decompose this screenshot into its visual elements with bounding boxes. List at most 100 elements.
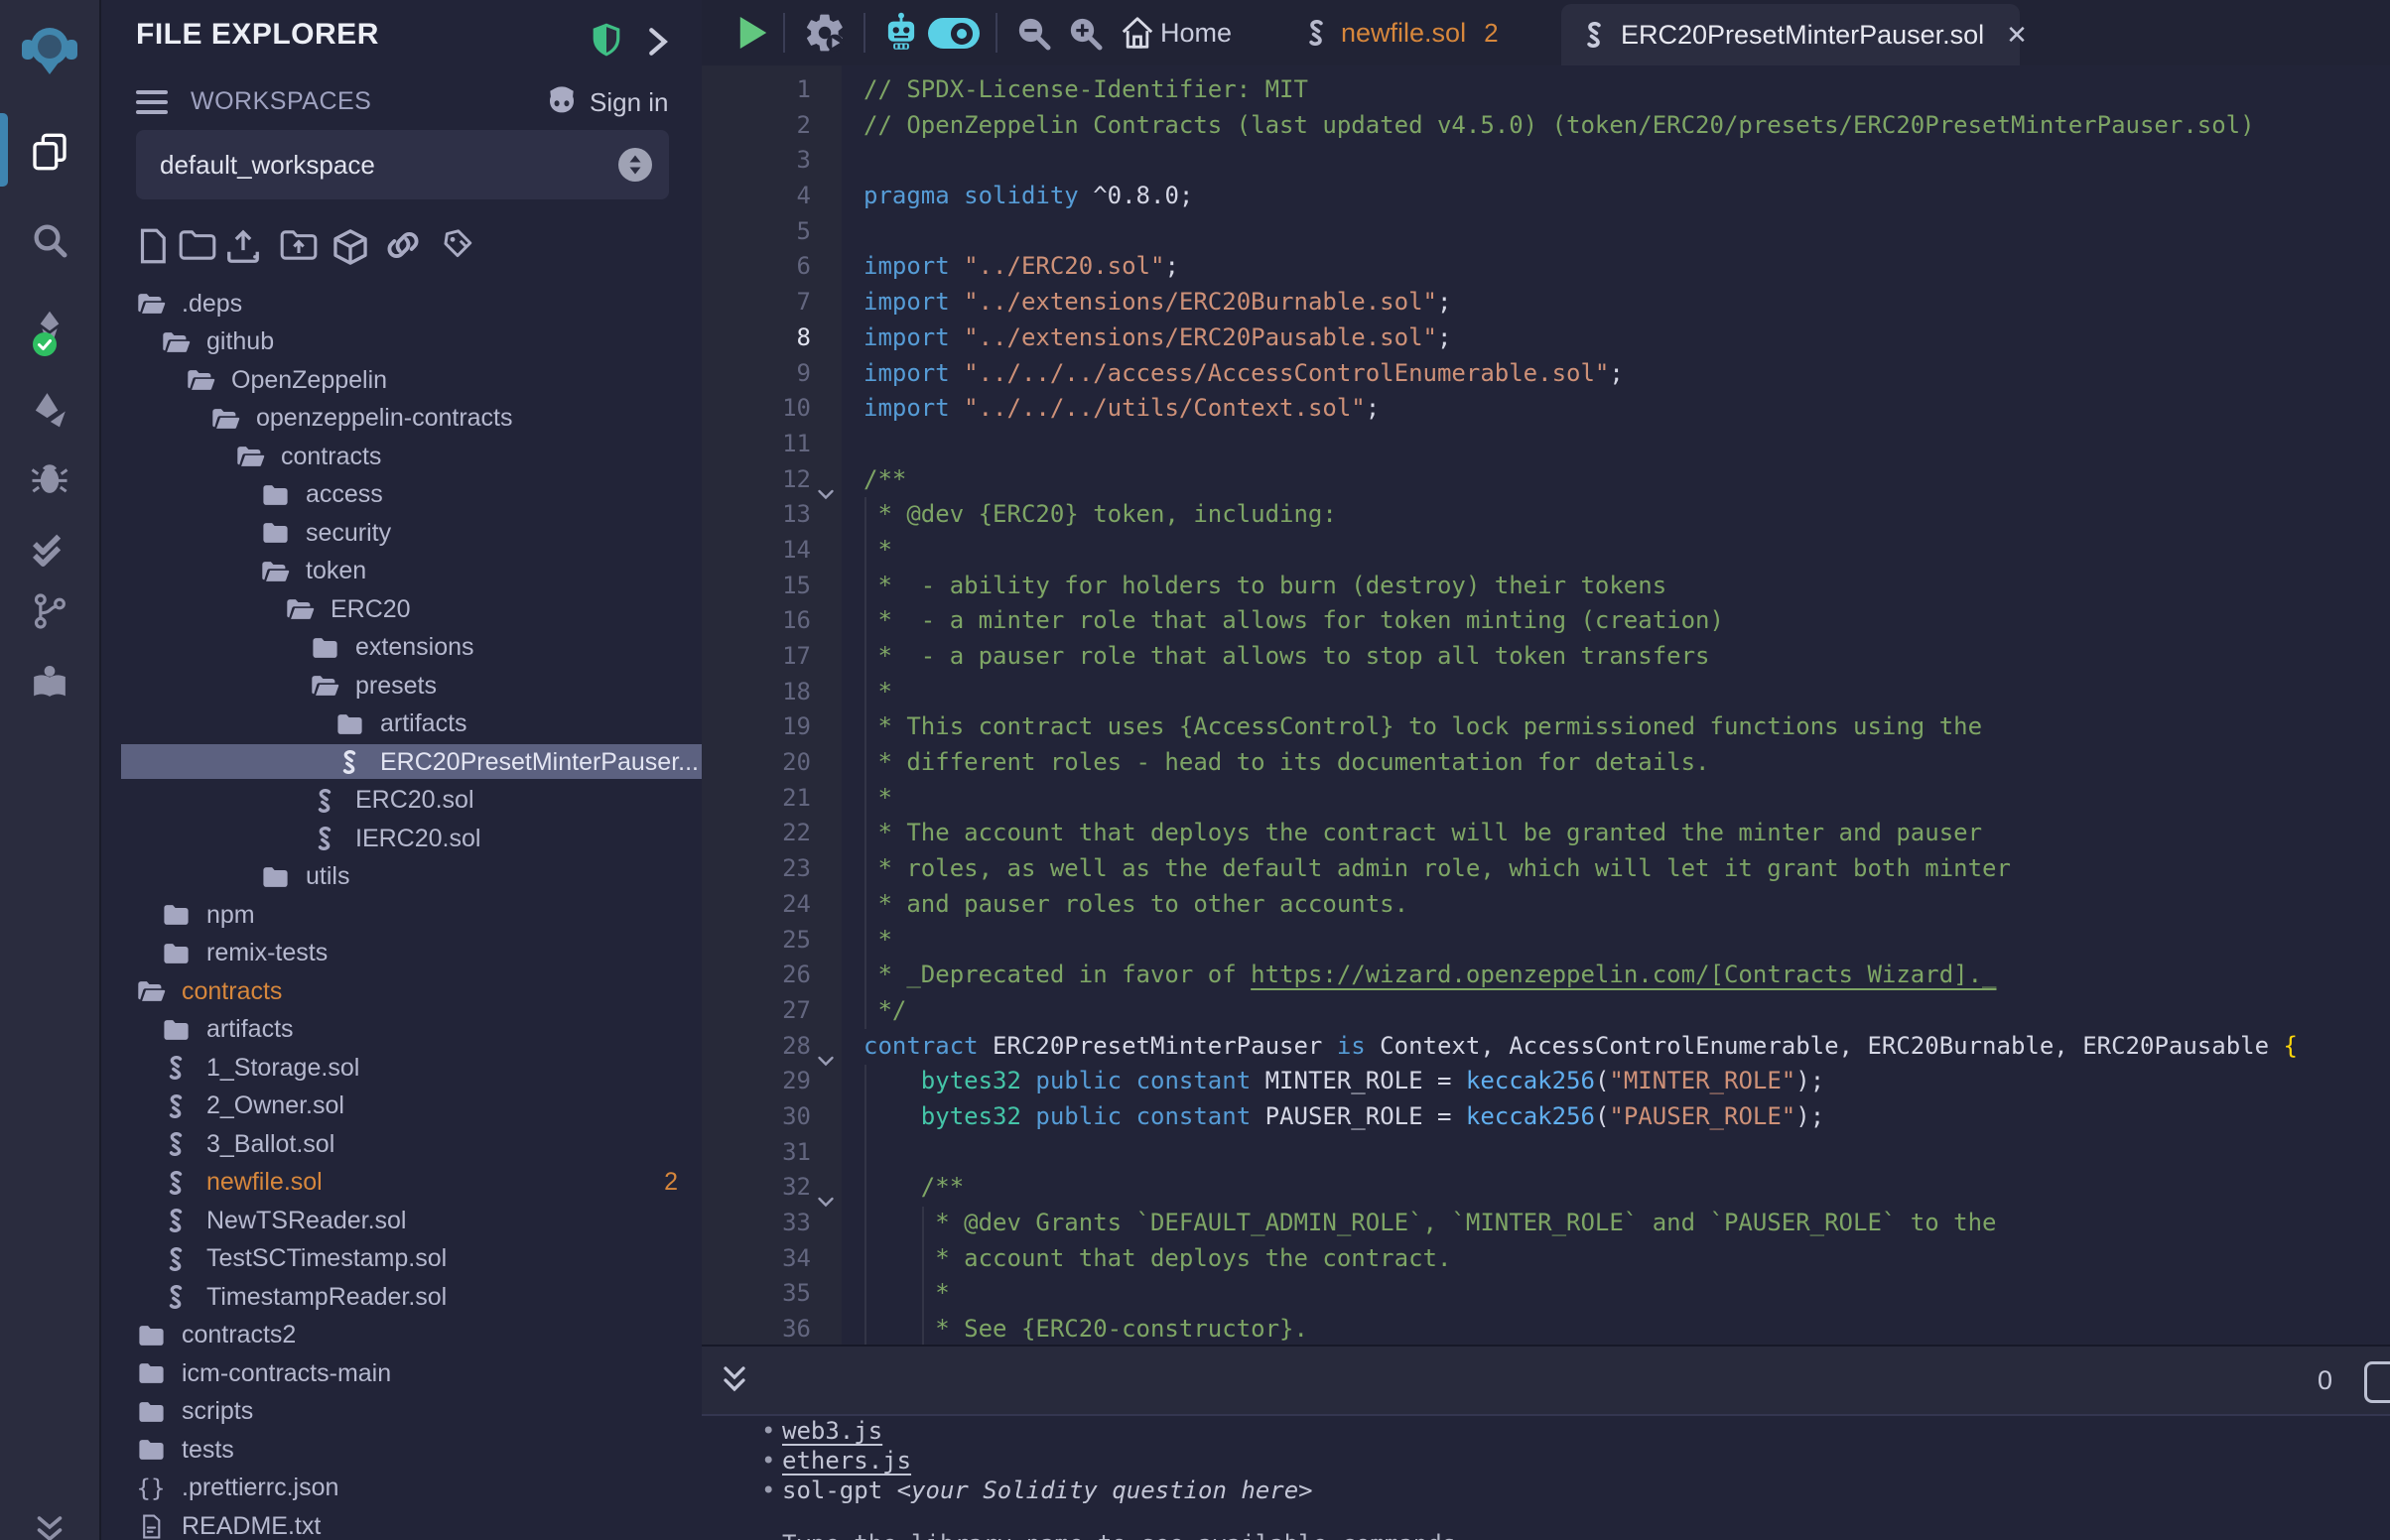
tree-item-scripts[interactable]: scripts (101, 1393, 702, 1432)
tab-erc20presetminterpauser[interactable]: ERC20PresetMinterPauser.sol ✕ (1561, 4, 2020, 65)
tree-item-erc20-sol[interactable]: ERC20.sol (101, 782, 702, 821)
code-line-4[interactable]: 4pragma solidity ^0.8.0; (702, 179, 2390, 214)
code-line-25[interactable]: 25 * (702, 923, 2390, 959)
code-line-26[interactable]: 26 * _Deprecated in favor of https://wiz… (702, 958, 2390, 993)
code-line-9[interactable]: 9import "../../../access/AccessControlEn… (702, 356, 2390, 392)
code-line-13[interactable]: 13 * @dev {ERC20} token, including: (702, 497, 2390, 533)
code-line-3[interactable]: 3 (702, 143, 2390, 179)
code-line-6[interactable]: 6import "../ERC20.sol"; (702, 249, 2390, 285)
code-line-7[interactable]: 7import "../extensions/ERC20Burnable.sol… (702, 285, 2390, 321)
code-line-16[interactable]: 16 * - a minter role that allows for tok… (702, 603, 2390, 639)
tree-item-contracts[interactable]: contracts (101, 972, 702, 1011)
solidity-compiler-icon[interactable] (0, 310, 99, 353)
tree-item-openzeppelin[interactable]: OpenZeppelin (101, 361, 702, 400)
code-line-32[interactable]: 32 /** (702, 1170, 2390, 1206)
code-line-15[interactable]: 15 * - ability for holders to burn (dest… (702, 569, 2390, 604)
debugger-icon[interactable] (0, 457, 99, 497)
tree-item-tests[interactable]: tests (101, 1431, 702, 1470)
collapse-sidebar-icon[interactable] (0, 1512, 99, 1540)
code-line-22[interactable]: 22 * The account that deploys the contra… (702, 816, 2390, 851)
code-line-11[interactable]: 11 (702, 427, 2390, 462)
remix-logo-icon[interactable] (0, 20, 99, 79)
code-line-8[interactable]: 8import "../extensions/ERC20Pausable.sol… (702, 321, 2390, 356)
code-line-30[interactable]: 30 bytes32 public constant PAUSER_ROLE =… (702, 1099, 2390, 1135)
tree-item-1-storage-sol[interactable]: 1_Storage.sol (101, 1049, 702, 1088)
sign-in-button[interactable]: Sign in (590, 87, 669, 118)
tree-item-testsctimestamp-sol[interactable]: TestSCTimestamp.sol (101, 1240, 702, 1279)
tree-item-npm[interactable]: npm (101, 896, 702, 935)
tree-item--deps[interactable]: .deps (101, 285, 702, 323)
expand-terminal-icon[interactable] (720, 1363, 749, 1402)
tab-newfile[interactable]: newfile.sol 2 (1305, 0, 1499, 65)
tree-item-openzeppelin-contracts[interactable]: openzeppelin-contracts (101, 400, 702, 439)
tree-item-newfile-sol[interactable]: newfile.sol2 (101, 1164, 702, 1203)
code-editor[interactable]: 1// SPDX-License-Identifier: MIT2// Open… (702, 65, 2390, 1345)
code-line-28[interactable]: 28contract ERC20PresetMinterPauser is Co… (702, 1029, 2390, 1065)
terminal-search-box[interactable] (2364, 1361, 2390, 1403)
tree-item-security[interactable]: security (101, 514, 702, 553)
tree-item-presets[interactable]: presets (101, 667, 702, 706)
code-line-5[interactable]: 5 (702, 214, 2390, 250)
code-line-34[interactable]: 34 * account that deploys the contract. (702, 1241, 2390, 1277)
unit-testing-icon[interactable] (0, 530, 99, 570)
code-line-20[interactable]: 20 * different roles - head to its docum… (702, 745, 2390, 781)
tree-item-artifacts[interactable]: artifacts (101, 706, 702, 744)
tree-item--prettierrc-json[interactable]: {}.prettierrc.json (101, 1470, 702, 1508)
home-icon[interactable] (1119, 0, 1156, 65)
plugin-manager-icon[interactable] (0, 663, 99, 703)
code-line-23[interactable]: 23 * roles, as well as the default admin… (702, 851, 2390, 887)
terminal-entry-web3-js[interactable]: •web3.js (702, 1416, 2390, 1446)
code-line-19[interactable]: 19 * This contract uses {AccessControl} … (702, 709, 2390, 745)
tree-item-contracts[interactable]: contracts (101, 438, 702, 476)
tree-item-newtsreader-sol[interactable]: NewTSReader.sol (101, 1202, 702, 1240)
code-line-35[interactable]: 35 * (702, 1276, 2390, 1312)
code-line-17[interactable]: 17 * - a pauser role that allows to stop… (702, 639, 2390, 675)
tree-item-readme-txt[interactable]: README.txt (101, 1507, 702, 1540)
ai-toggle[interactable] (928, 18, 980, 49)
tree-item-token[interactable]: token (101, 553, 702, 591)
tree-item-icm-contracts-main[interactable]: icm-contracts-main (101, 1354, 702, 1393)
search-icon[interactable] (0, 220, 99, 260)
code-line-1[interactable]: 1// SPDX-License-Identifier: MIT (702, 72, 2390, 108)
tab-home[interactable]: Home (1160, 0, 1232, 65)
code-line-12[interactable]: 12/** (702, 462, 2390, 498)
tree-item-github[interactable]: github (101, 323, 702, 362)
code-line-27[interactable]: 27 */ (702, 993, 2390, 1029)
compile-run-icon[interactable] (803, 0, 847, 65)
tree-item-ierc20-sol[interactable]: IERC20.sol (101, 820, 702, 858)
box-icon[interactable] (332, 228, 369, 271)
code-line-24[interactable]: 24 * and pauser roles to other accounts. (702, 887, 2390, 923)
code-line-31[interactable]: 31 (702, 1135, 2390, 1171)
zoom-out-icon[interactable] (1013, 0, 1053, 65)
code-line-29[interactable]: 29 bytes32 public constant MINTER_ROLE =… (702, 1064, 2390, 1099)
terminal-entry-ethers-js[interactable]: •ethers.js (702, 1446, 2390, 1476)
tree-item-contracts2[interactable]: contracts2 (101, 1317, 702, 1355)
gist-icon[interactable] (441, 228, 474, 267)
upload-folder-icon[interactable] (280, 228, 318, 267)
tree-item-utils[interactable]: utils (101, 858, 702, 897)
zoom-in-icon[interactable] (1065, 0, 1105, 65)
tree-item-3-ballot-sol[interactable]: 3_Ballot.sol (101, 1125, 702, 1164)
terminal-link[interactable]: ethers.js (782, 1447, 911, 1475)
code-line-36[interactable]: 36 * See {ERC20-constructor}. (702, 1312, 2390, 1345)
new-file-icon[interactable] (137, 228, 169, 269)
tree-item-2-owner-sol[interactable]: 2_Owner.sol (101, 1088, 702, 1126)
tree-item-remix-tests[interactable]: remix-tests (101, 935, 702, 973)
code-line-18[interactable]: 18 * (702, 675, 2390, 710)
git-icon[interactable] (0, 591, 99, 631)
tree-item-erc20presetminterpauser-[interactable]: ERC20PresetMinterPauser... (101, 743, 702, 782)
chevron-right-icon[interactable] (647, 27, 669, 62)
workspace-select[interactable]: default_workspace (136, 130, 669, 199)
code-line-10[interactable]: 10import "../../../utils/Context.sol"; (702, 391, 2390, 427)
upload-file-icon[interactable] (224, 228, 262, 271)
tree-item-timestampreader-sol[interactable]: TimestampReader.sol (101, 1278, 702, 1317)
link-icon[interactable] (383, 228, 423, 267)
terminal-link[interactable]: web3.js (782, 1417, 882, 1445)
tree-item-access[interactable]: access (101, 476, 702, 515)
workspaces-menu-icon[interactable] (136, 90, 168, 120)
deploy-run-icon[interactable] (0, 389, 99, 429)
tree-item-erc20[interactable]: ERC20 (101, 590, 702, 629)
file-explorer-icon[interactable] (0, 132, 99, 172)
code-line-2[interactable]: 2// OpenZeppelin Contracts (last updated… (702, 108, 2390, 144)
run-script-icon[interactable] (736, 0, 770, 65)
